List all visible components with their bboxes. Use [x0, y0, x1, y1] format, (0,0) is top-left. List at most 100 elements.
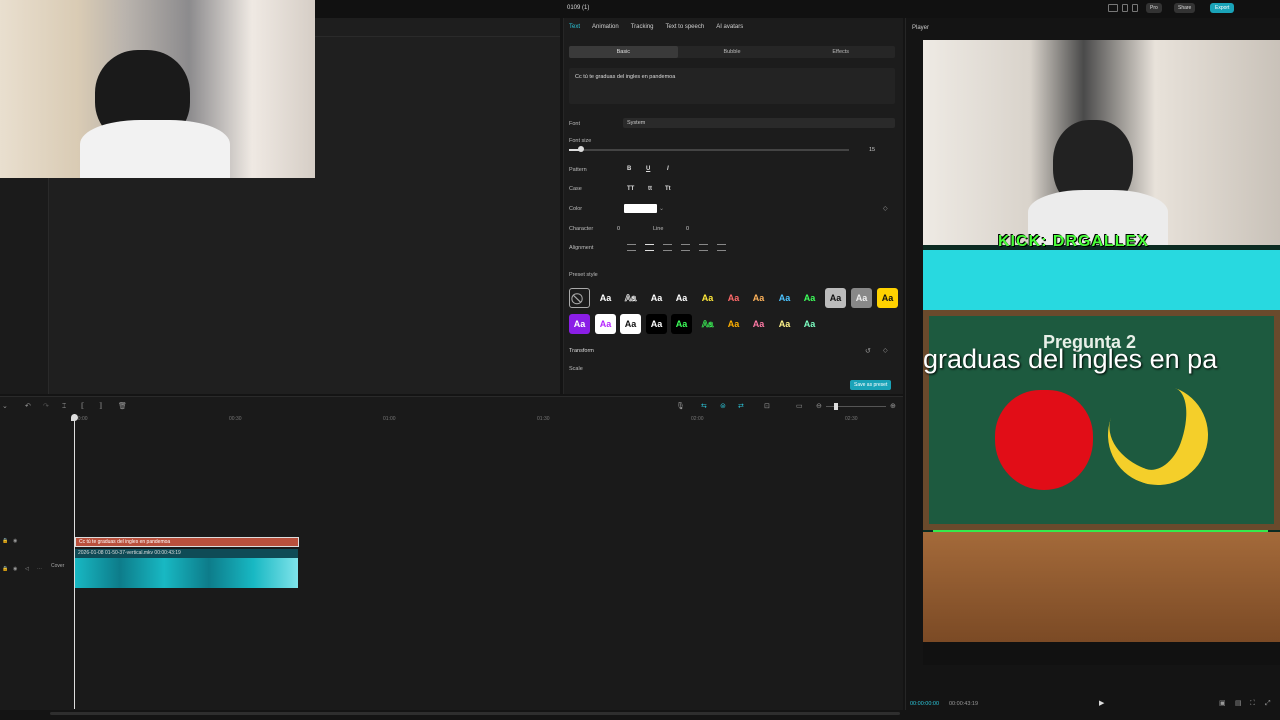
tab-text-to-speech[interactable]: Text to speech: [666, 24, 705, 30]
split-icon[interactable]: ⌶: [62, 403, 66, 410]
pro-button[interactable]: Pro: [1146, 3, 1162, 13]
timeline-scrollbar[interactable]: [50, 712, 900, 715]
delete-icon[interactable]: 🗑: [118, 403, 127, 410]
character-value[interactable]: 0: [617, 226, 620, 232]
align-distribute-icon[interactable]: [717, 244, 726, 251]
preset-style[interactable]: Aa: [723, 314, 744, 334]
preset-style[interactable]: Aa: [697, 314, 718, 334]
redo-icon[interactable]: ↷: [43, 403, 49, 410]
snap-icon[interactable]: ⇄: [738, 403, 744, 410]
font-size-value[interactable]: 15: [869, 147, 875, 153]
tab-ai-avatars[interactable]: AI avatars: [716, 24, 743, 30]
subtab-effects[interactable]: Effects: [786, 46, 895, 58]
magnet-icon[interactable]: ⊜: [720, 403, 726, 410]
underline-button[interactable]: U: [646, 166, 650, 172]
preset-style[interactable]: Aa: [671, 314, 692, 334]
preset-style[interactable]: Aa: [877, 288, 898, 308]
expand-icon[interactable]: ⤢: [1265, 700, 1271, 707]
italic-button[interactable]: I: [667, 166, 669, 172]
line-label: Line: [653, 226, 664, 232]
font-size-slider-track[interactable]: [569, 149, 849, 151]
split-left-icon[interactable]: ⟦: [81, 403, 84, 410]
link-icon[interactable]: ⇆: [701, 403, 707, 410]
preset-style[interactable]: Aa: [620, 314, 641, 334]
bold-button[interactable]: B: [627, 166, 631, 172]
tab-tracking[interactable]: Tracking: [631, 24, 654, 30]
color-swatch[interactable]: [624, 204, 657, 213]
menu-icon[interactable]: [1132, 4, 1138, 12]
playhead[interactable]: [74, 414, 75, 709]
align-left-icon[interactable]: [627, 244, 636, 251]
preset-style[interactable]: Aa: [748, 288, 769, 308]
reset-icon[interactable]: ↺: [865, 348, 871, 355]
preset-style[interactable]: Aa: [825, 288, 846, 308]
export-button[interactable]: Export: [1210, 3, 1235, 13]
caption-icon[interactable]: ▭: [796, 403, 803, 410]
preset-style[interactable]: Aa: [723, 288, 744, 308]
preset-style[interactable]: Aa: [595, 314, 616, 334]
video-thumbnails: [75, 558, 298, 588]
zoom-slider-knob[interactable]: [834, 403, 838, 410]
preset-style[interactable]: Aa: [595, 288, 616, 308]
lock-icon[interactable]: 🔒: [2, 538, 8, 545]
tab-text[interactable]: Text: [569, 24, 580, 30]
line-value[interactable]: 0: [686, 226, 689, 232]
layout-icons[interactable]: [1108, 4, 1138, 12]
preset-style[interactable]: Aa: [646, 314, 667, 334]
share-button[interactable]: Share: [1174, 3, 1196, 13]
fullscreen-icon[interactable]: ⛶: [1250, 700, 1255, 707]
video-preview[interactable]: KICK: DRGALLEX Pregunta 2 graduas del in…: [923, 40, 1280, 665]
font-size-slider-knob[interactable]: [578, 146, 584, 152]
text-content-input[interactable]: Cc tú te graduas del ingles en pandemoa: [569, 68, 895, 104]
ratio-icon[interactable]: ▣: [1219, 700, 1226, 707]
case-upper-button[interactable]: TT: [627, 186, 634, 192]
preset-style[interactable]: Aa: [697, 288, 718, 308]
eye-icon[interactable]: ◉: [13, 566, 17, 573]
subtab-bubble[interactable]: Bubble: [678, 46, 787, 58]
undo-icon[interactable]: ↶: [25, 403, 31, 410]
layout-icon[interactable]: [1108, 4, 1118, 12]
preset-style[interactable]: Aa: [774, 288, 795, 308]
preview-axis-icon[interactable]: ⊡: [764, 403, 770, 410]
quality-icon[interactable]: ▤: [1235, 700, 1242, 707]
preset-style[interactable]: Aa: [851, 288, 872, 308]
preset-none-icon[interactable]: ⃠: [569, 288, 590, 308]
video-clip[interactable]: 2026-01-08 01-50-37-vertical.mkv 00:00:4…: [75, 549, 298, 588]
preset-style[interactable]: Aa: [799, 288, 820, 308]
align-center-icon[interactable]: [645, 244, 654, 251]
microphone-icon[interactable]: 🎙: [676, 403, 685, 410]
play-icon[interactable]: ▶: [1099, 700, 1104, 707]
align-right-icon[interactable]: [663, 244, 672, 251]
more-icon[interactable]: ⋯: [37, 566, 42, 573]
split-right-icon[interactable]: ⟧: [99, 403, 102, 410]
case-lower-button[interactable]: tt: [648, 186, 652, 192]
preset-style[interactable]: Aa: [799, 314, 820, 334]
tab-animation[interactable]: Animation: [592, 24, 619, 30]
chevron-down-icon[interactable]: ⌄: [2, 403, 8, 410]
preset-style[interactable]: Aa: [620, 288, 641, 308]
font-select[interactable]: System: [623, 118, 895, 128]
preset-style[interactable]: Aa: [671, 288, 692, 308]
cover-button[interactable]: Cover: [51, 563, 64, 569]
preset-style[interactable]: Aa: [646, 288, 667, 308]
keyframe-icon[interactable]: ◇: [883, 206, 888, 213]
save-as-preset-button[interactable]: Save as preset: [850, 380, 892, 390]
chevron-down-icon[interactable]: ⌄: [659, 206, 664, 213]
lock-icon[interactable]: 🔒: [2, 566, 8, 573]
preset-style[interactable]: Aa: [774, 314, 795, 334]
text-clip[interactable]: Cc tú te graduas del ingles en pandemoa: [75, 537, 299, 547]
align-vertical-icon[interactable]: [699, 244, 708, 251]
preset-style[interactable]: Aa: [569, 314, 590, 334]
zoom-out-icon[interactable]: ⊖: [816, 403, 822, 410]
panel-icon[interactable]: [1122, 4, 1128, 12]
eye-icon[interactable]: ◉: [13, 538, 17, 545]
case-title-button[interactable]: Tt: [665, 186, 671, 192]
preset-style[interactable]: Aa: [748, 314, 769, 334]
lights-banner: [923, 250, 1280, 310]
transform-label[interactable]: Transform: [569, 348, 594, 354]
subtab-basic[interactable]: Basic: [569, 46, 678, 58]
keyframe-icon[interactable]: ◇: [883, 348, 888, 355]
audio-icon[interactable]: ◁: [25, 566, 29, 573]
align-justify-icon[interactable]: [681, 244, 690, 251]
zoom-in-icon[interactable]: ⊕: [890, 403, 896, 410]
